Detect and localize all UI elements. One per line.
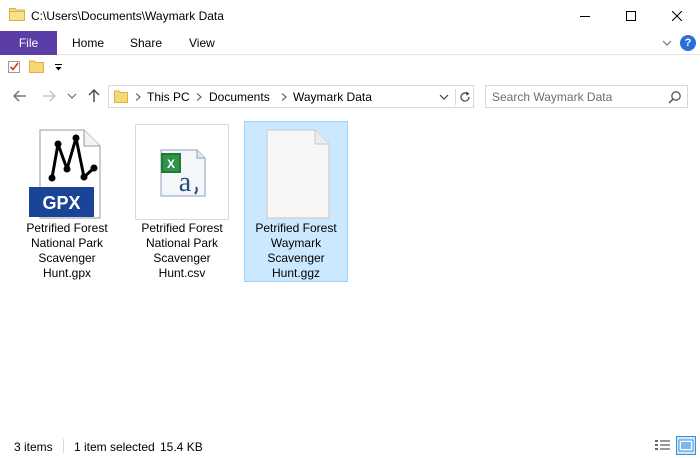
tab-share[interactable]: Share	[130, 31, 162, 55]
tab-view[interactable]: View	[189, 31, 215, 55]
ribbon-tabs: File Home Share View ?	[0, 31, 700, 55]
recent-locations-chevron-icon[interactable]	[67, 91, 77, 101]
folder-icon	[114, 90, 128, 103]
forward-arrow-icon[interactable]	[41, 88, 57, 104]
minimize-icon	[580, 15, 590, 17]
help-icon[interactable]: ?	[680, 35, 696, 51]
file-list-pane[interactable]: GPX Petrified Forest National Park Scave…	[0, 114, 700, 424]
new-folder-icon[interactable]	[29, 60, 44, 73]
address-bar[interactable]: This PC Documents Waymark Data	[108, 85, 474, 108]
search-input[interactable]	[492, 89, 662, 105]
customize-toolbar-dropdown-icon[interactable]	[54, 63, 63, 72]
breadcrumb-separator-icon[interactable]	[280, 93, 288, 101]
breadcrumb-documents[interactable]: Documents	[209, 90, 270, 104]
status-divider	[63, 439, 64, 453]
expand-ribbon-chevron-icon[interactable]	[661, 37, 673, 49]
status-bar: 3 items 1 item selected 15.4 KB	[0, 434, 700, 458]
selection-size: 15.4 KB	[160, 440, 203, 454]
folder-icon	[9, 8, 25, 21]
window-title: C:\Users\Documents\Waymark Data	[31, 9, 224, 23]
breadcrumb-separator-icon[interactable]	[134, 93, 142, 101]
refresh-icon	[459, 91, 470, 102]
up-arrow-icon[interactable]	[86, 88, 102, 104]
close-icon	[672, 10, 682, 21]
large-icons-view-icon	[678, 439, 694, 452]
tab-file[interactable]: File	[0, 31, 57, 55]
file-item-gpx[interactable]: GPX Petrified Forest National Park Scave…	[15, 121, 119, 282]
refresh-button[interactable]	[455, 89, 473, 105]
file-item-ggz[interactable]: Petrified Forest Waymark Scavenger Hunt.…	[244, 121, 348, 282]
back-arrow-icon[interactable]	[12, 88, 28, 104]
breadcrumb-this-pc[interactable]: This PC	[147, 90, 190, 104]
details-view-icon[interactable]	[654, 437, 671, 454]
quick-access-toolbar	[0, 56, 700, 79]
maximize-button[interactable]	[608, 0, 654, 31]
breadcrumb-waymark-data[interactable]: Waymark Data	[293, 90, 372, 104]
file-name: Petrified Forest Waymark Scavenger Hunt.…	[255, 221, 337, 280]
address-dropdown-chevron-icon[interactable]	[439, 93, 449, 101]
title-bar[interactable]: C:\Users\Documents\Waymark Data	[0, 0, 700, 31]
blank-file-icon	[266, 129, 330, 219]
gpx-badge-text: GPX	[42, 193, 80, 213]
large-icons-view-button[interactable]	[676, 436, 696, 455]
file-name: Petrified Forest National Park Scavenger…	[26, 221, 108, 280]
svg-text:X: X	[167, 157, 175, 171]
file-name: Petrified Forest National Park Scavenger…	[141, 221, 223, 280]
item-count: 3 items	[14, 440, 53, 454]
excel-csv-file-icon: X a	[135, 124, 229, 220]
search-box[interactable]	[485, 85, 688, 108]
maximize-icon	[626, 10, 636, 21]
properties-checkmark-icon[interactable]	[7, 60, 21, 74]
selection-count: 1 item selected	[74, 440, 155, 454]
search-icon[interactable]	[668, 90, 682, 104]
breadcrumb-separator-icon[interactable]	[195, 93, 203, 101]
tab-home[interactable]: Home	[72, 31, 104, 55]
minimize-button[interactable]	[562, 0, 608, 31]
file-item-csv[interactable]: X a Petrified Forest National Park Scave…	[130, 121, 234, 282]
gpx-file-icon: GPX	[29, 129, 101, 219]
close-button[interactable]	[654, 0, 700, 31]
svg-text:a: a	[179, 167, 192, 198]
navigation-bar: This PC Documents Waymark Data	[0, 82, 700, 112]
